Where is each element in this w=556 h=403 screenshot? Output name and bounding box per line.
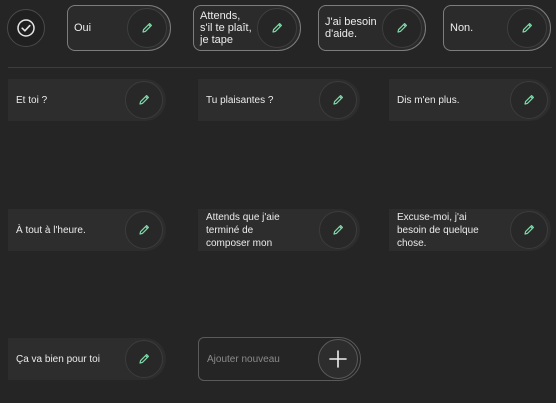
edit-button[interactable] bbox=[125, 340, 163, 378]
phrase-label: Attends que j'aie terminé de composer mo… bbox=[206, 211, 280, 249]
edit-button[interactable] bbox=[125, 211, 163, 249]
check-circle-icon bbox=[16, 18, 36, 38]
confirm-button[interactable] bbox=[7, 9, 45, 47]
pencil-icon bbox=[522, 93, 536, 107]
edit-button[interactable] bbox=[507, 8, 547, 48]
pencil-icon bbox=[331, 223, 345, 237]
pencil-icon bbox=[140, 21, 154, 35]
pencil-icon bbox=[331, 93, 345, 107]
phrase-label: Excuse-moi, j'ai besoin de quelque chose… bbox=[397, 211, 479, 249]
quick-reply-attends[interactable]: Attends, s'il te plaît, je tape bbox=[193, 5, 301, 51]
phrase-label: Et toi ? bbox=[16, 94, 48, 106]
divider bbox=[8, 67, 552, 68]
add-button[interactable] bbox=[318, 339, 358, 379]
phrase-label: Ça va bien pour toi bbox=[16, 353, 100, 365]
phrase-card[interactable]: Ça va bien pour toi bbox=[8, 338, 166, 380]
phrase-label: Dis m'en plus. bbox=[397, 94, 460, 106]
quick-reply-non[interactable]: Non. bbox=[443, 5, 551, 51]
edit-button[interactable] bbox=[510, 81, 548, 119]
edit-button[interactable] bbox=[127, 8, 167, 48]
phrase-label: Tu plaisantes ? bbox=[206, 94, 274, 106]
phrase-card[interactable]: Et toi ? bbox=[8, 79, 166, 121]
add-new-placeholder: Ajouter nouveau bbox=[207, 353, 280, 365]
pencil-icon bbox=[270, 21, 284, 35]
pencil-icon bbox=[137, 352, 151, 366]
quick-reply-oui[interactable]: Oui bbox=[67, 5, 171, 51]
pencil-icon bbox=[137, 223, 151, 237]
edit-button[interactable] bbox=[510, 211, 548, 249]
plus-icon bbox=[328, 349, 348, 369]
pencil-icon bbox=[137, 93, 151, 107]
quick-reply-besoin-aide[interactable]: J'ai besoin d'aide. bbox=[318, 5, 426, 51]
phrase-label: À tout à l'heure. bbox=[16, 224, 86, 236]
edit-button[interactable] bbox=[319, 211, 357, 249]
phrase-card[interactable]: Tu plaisantes ? bbox=[198, 79, 360, 121]
quick-reply-label: Non. bbox=[450, 22, 474, 34]
edit-button[interactable] bbox=[382, 8, 422, 48]
edit-button[interactable] bbox=[257, 8, 297, 48]
pencil-icon bbox=[522, 223, 536, 237]
edit-button[interactable] bbox=[319, 81, 357, 119]
phrase-card[interactable]: À tout à l'heure. bbox=[8, 209, 166, 251]
phrase-card[interactable]: Dis m'en plus. bbox=[389, 79, 551, 121]
edit-button[interactable] bbox=[125, 81, 163, 119]
quick-reply-label: J'ai besoin d'aide. bbox=[325, 16, 377, 40]
quick-reply-label: Oui bbox=[74, 22, 92, 34]
add-new-phrase[interactable]: Ajouter nouveau bbox=[198, 337, 361, 381]
phrase-card[interactable]: Attends que j'aie terminé de composer mo… bbox=[198, 209, 360, 251]
phrase-card[interactable]: Excuse-moi, j'ai besoin de quelque chose… bbox=[389, 209, 551, 251]
quick-reply-label: Attends, s'il te plaît, je tape bbox=[200, 10, 252, 46]
pencil-icon bbox=[520, 21, 534, 35]
pencil-icon bbox=[395, 21, 409, 35]
